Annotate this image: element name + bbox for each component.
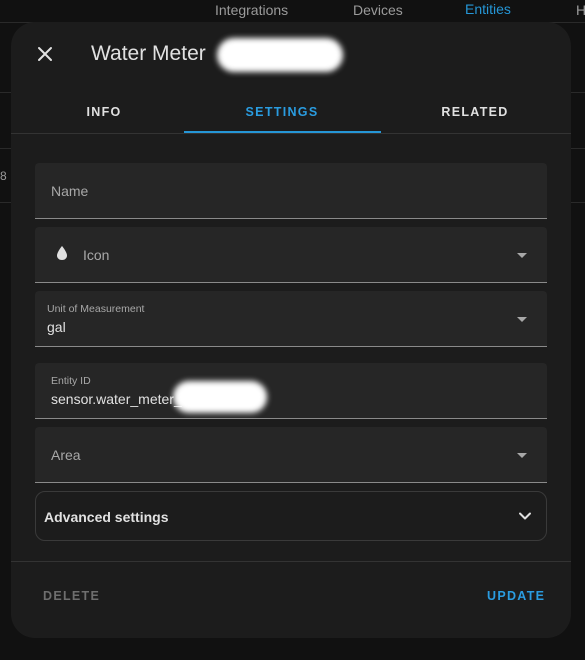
redaction-blur [217,38,343,72]
bg-tab-integrations[interactable]: Integrations [215,2,288,18]
unit-select[interactable]: Unit of Measurement gal [35,291,547,347]
unit-select-label: Unit of Measurement [47,303,145,315]
dialog-tabs: INFO SETTINGS RELATED [11,90,571,134]
bg-row-fragment: 8 [0,169,7,183]
chevron-down-icon[interactable] [517,453,527,458]
area-select[interactable]: Area [35,427,547,483]
advanced-settings-expander[interactable]: Advanced settings [35,491,547,541]
dialog-header: Water Meter [11,22,571,86]
entity-settings-dialog: Water Meter INFO SETTINGS RELATED Name I… [11,22,571,638]
icon-picker[interactable]: Icon [35,227,547,283]
tab-info[interactable]: INFO [11,90,197,134]
unit-select-value: gal [47,319,66,335]
advanced-settings-label: Advanced settings [44,509,169,525]
active-tab-indicator [184,131,381,133]
dialog-title: Water Meter [91,42,206,65]
footer-divider [11,561,571,562]
tab-related[interactable]: RELATED [382,90,568,134]
close-icon [38,47,52,61]
entity-id-value: sensor.water_meter_ [51,391,182,407]
close-button[interactable] [33,42,57,66]
entity-id-label: Entity ID [51,375,91,387]
background-nav-tabs: Integrations Devices Entities H [0,0,585,22]
update-button[interactable]: UPDATE [487,589,545,603]
bg-tab-fragment[interactable]: H [576,2,585,18]
icon-picker-label: Icon [83,247,110,263]
area-select-label: Area [51,447,81,463]
delete-button[interactable]: DELETE [43,589,100,603]
entity-id-field[interactable]: Entity ID sensor.water_meter_ [35,363,547,419]
bg-tab-devices[interactable]: Devices [353,2,403,18]
name-field[interactable]: Name [35,163,547,219]
redaction-blur [173,381,267,413]
water-drop-icon [57,246,67,260]
chevron-down-icon [519,512,531,520]
chevron-down-icon[interactable] [517,253,527,258]
chevron-down-icon[interactable] [517,317,527,322]
name-field-label: Name [51,183,89,199]
bg-tab-entities[interactable]: Entities [465,1,511,17]
tab-settings[interactable]: SETTINGS [189,90,375,134]
